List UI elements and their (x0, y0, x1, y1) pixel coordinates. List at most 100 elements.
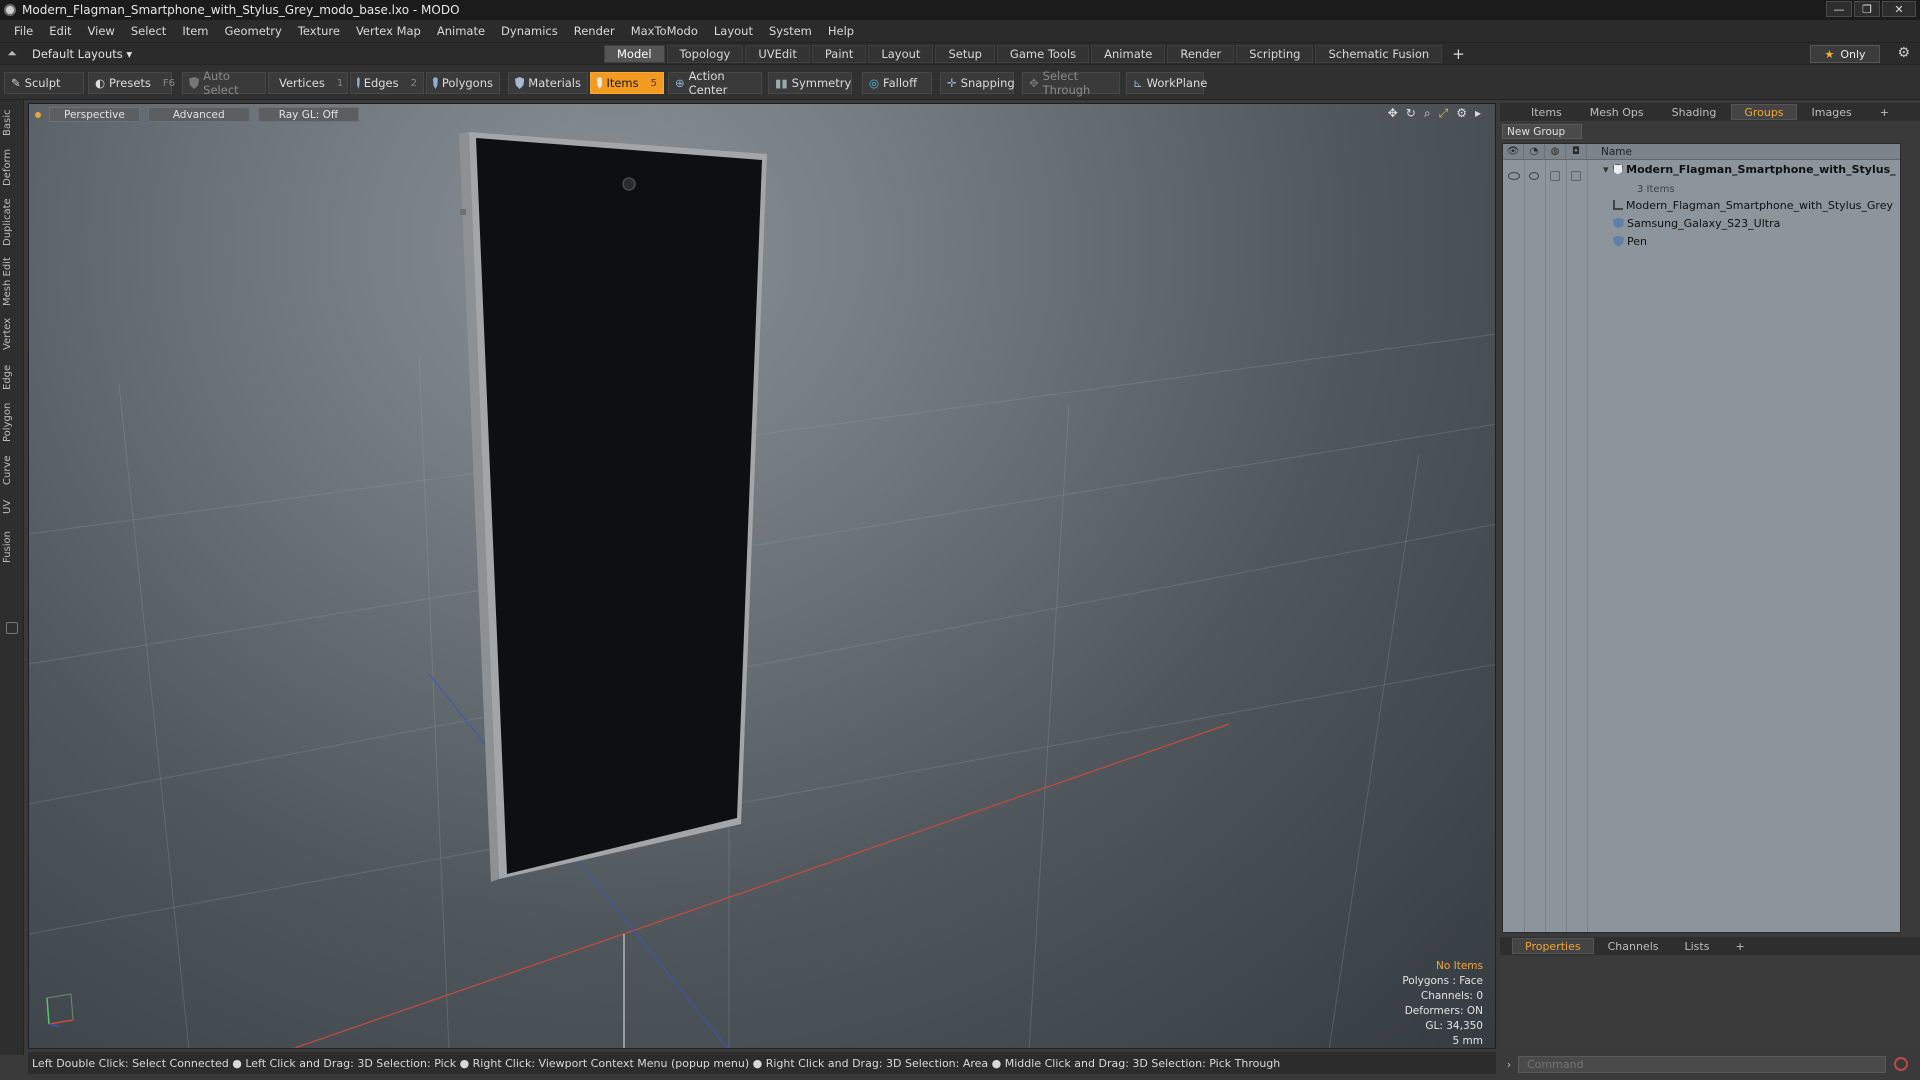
presets-button[interactable]: ◐ Presets F6 (88, 72, 175, 94)
tab-schematic-fusion[interactable]: Schematic Fusion (1315, 45, 1443, 63)
items-button[interactable]: Items 5 (590, 72, 664, 94)
vtab-edge[interactable]: Edge (2, 362, 22, 392)
viewport-expand-icon[interactable]: ▸ (1475, 106, 1481, 121)
menu-render[interactable]: Render (566, 24, 623, 38)
vtab-mesh-edit[interactable]: Mesh Edit (2, 256, 22, 308)
menu-select[interactable]: Select (123, 24, 174, 38)
tab-render[interactable]: Render (1167, 45, 1235, 63)
advanced-button[interactable]: Advanced (147, 107, 250, 122)
rotate-view-icon[interactable]: ↻ (1406, 106, 1416, 121)
visibility-column-icon[interactable]: 👁 (1503, 143, 1524, 160)
item-name: Modern_Flagman_Smartphone_with_Stylus_Gr… (1626, 198, 1893, 212)
tab-paint[interactable]: Paint (811, 45, 867, 63)
only-label: Only (1840, 47, 1866, 61)
add-panel-tab-button[interactable]: + (1867, 104, 1902, 120)
group-row[interactable]: ▾ Modern_Flagman_Smartphone_with_Stylus_… (1503, 160, 1900, 178)
polygons-button[interactable]: Polygons (426, 72, 500, 94)
vtab-curve[interactable]: Curve (2, 452, 22, 488)
lock-column-icon[interactable]: ◍ (1545, 143, 1566, 160)
tab-animate[interactable]: Animate (1091, 45, 1166, 63)
tab-channels[interactable]: Channels (1596, 938, 1671, 954)
stop-icon[interactable] (1894, 1057, 1908, 1071)
tab-layout[interactable]: Layout (868, 45, 934, 63)
name-column-header[interactable]: Name (1587, 146, 1632, 158)
only-button[interactable]: ★ Only (1810, 45, 1880, 63)
perspective-button[interactable]: Perspective (49, 107, 140, 122)
command-input[interactable] (1518, 1055, 1886, 1073)
tab-uvedit[interactable]: UVEdit (745, 45, 810, 63)
symmetry-button[interactable]: ▮▮ Symmetry (768, 72, 852, 94)
vtab-duplicate[interactable]: Duplicate (2, 196, 22, 248)
tab-mesh-ops[interactable]: Mesh Ops (1577, 104, 1657, 120)
auto-select-button[interactable]: Auto Select (182, 69, 266, 97)
vtab-polygon[interactable]: Polygon (2, 400, 22, 444)
select-column-icon[interactable]: ◘ (1566, 143, 1587, 160)
vertices-button[interactable]: Vertices 1 (268, 72, 348, 94)
command-history-icon[interactable]: › (1500, 1058, 1518, 1071)
viewport-menu-dot[interactable] (35, 112, 41, 118)
snapping-button[interactable]: ✛ Snapping (940, 72, 1015, 94)
phone-screen (476, 138, 762, 874)
edges-button[interactable]: Edges 2 (350, 72, 424, 94)
menu-system[interactable]: System (761, 24, 820, 38)
add-properties-tab-button[interactable]: + (1723, 938, 1756, 954)
menu-help[interactable]: Help (820, 24, 862, 38)
tab-shading[interactable]: Shading (1659, 104, 1730, 120)
tab-items[interactable]: Items (1518, 104, 1575, 120)
new-group-button[interactable]: New Group (1502, 124, 1582, 139)
tab-groups[interactable]: Groups (1731, 104, 1797, 120)
menu-file[interactable]: File (6, 24, 41, 38)
sculpt-button[interactable]: ✎ Sculpt (4, 72, 84, 94)
minimize-button[interactable]: — (1826, 1, 1852, 17)
layout-row: ⏶ Default Layouts ▾ Model Topology UVEdi… (0, 42, 1920, 64)
tab-setup[interactable]: Setup (935, 45, 995, 63)
collapse-icon[interactable]: ▾ (1603, 163, 1609, 176)
materials-button[interactable]: Materials (508, 72, 588, 94)
workplane-button[interactable]: ⊾ WorkPlane (1126, 72, 1207, 94)
menu-animate[interactable]: Animate (429, 24, 493, 38)
menu-layout[interactable]: Layout (706, 24, 761, 38)
select-through-button[interactable]: ✥ Select Through (1022, 69, 1120, 97)
tab-scripting[interactable]: Scripting (1236, 45, 1314, 63)
menu-texture[interactable]: Texture (290, 24, 348, 38)
fit-view-icon[interactable]: ⤢ (1439, 106, 1449, 121)
close-button[interactable]: ✕ (1882, 1, 1916, 17)
menu-dynamics[interactable]: Dynamics (493, 24, 566, 38)
panel-toggle-icon[interactable] (6, 622, 18, 634)
menu-geometry[interactable]: Geometry (217, 24, 290, 38)
vtab-deform[interactable]: Deform (2, 146, 22, 188)
tab-topology[interactable]: Topology (666, 45, 744, 63)
menu-view[interactable]: View (80, 24, 123, 38)
layout-up-icon[interactable]: ⏶ (0, 46, 24, 61)
vtab-vertex[interactable]: Vertex (2, 316, 22, 352)
ray-gl-button[interactable]: Ray GL: Off (257, 107, 360, 122)
tab-properties[interactable]: Properties (1512, 938, 1594, 954)
move-view-icon[interactable]: ✥ (1388, 106, 1398, 121)
add-tab-button[interactable]: + (1444, 45, 1473, 63)
zoom-view-icon[interactable]: ⌕ (1424, 106, 1431, 121)
menu-item[interactable]: Item (174, 24, 216, 38)
action-center-button[interactable]: ⊕ Action Center (668, 69, 762, 97)
vtab-uv[interactable]: UV (2, 496, 22, 518)
maximize-button[interactable]: ❐ (1854, 1, 1880, 17)
groups-list-header: 👁 ◔ ◍ ◘ Name (1503, 143, 1900, 160)
menu-vertex-map[interactable]: Vertex Map (348, 24, 429, 38)
default-layouts-dropdown[interactable]: Default Layouts ▾ (32, 47, 132, 61)
select-through-label: Select Through (1042, 69, 1091, 97)
falloff-button[interactable]: ◎ Falloff (862, 72, 932, 94)
menu-edit[interactable]: Edit (41, 24, 79, 38)
tab-images[interactable]: Images (1799, 104, 1865, 120)
vtab-basic[interactable]: Basic (2, 106, 22, 140)
menu-maxtomodo[interactable]: MaxToModo (623, 24, 706, 38)
vtab-fusion[interactable]: Fusion (2, 528, 22, 566)
3d-viewport[interactable]: Perspective Advanced Ray GL: Off ✥ ↻ ⌕ ⤢… (28, 103, 1496, 1049)
list-item[interactable]: Modern_Flagman_Smartphone_with_Stylus_Gr… (1503, 196, 1900, 214)
tab-lists[interactable]: Lists (1673, 938, 1722, 954)
tab-model[interactable]: Model (604, 45, 665, 63)
viewport-settings-icon[interactable]: ⚙ (1456, 106, 1467, 121)
gear-icon[interactable]: ⚙ (1897, 45, 1910, 61)
list-item[interactable]: Samsung_Galaxy_S23_Ultra (1503, 214, 1900, 232)
render-column-icon[interactable]: ◔ (1524, 143, 1545, 160)
tab-game-tools[interactable]: Game Tools (996, 45, 1090, 63)
list-item[interactable]: Pen (1503, 232, 1900, 250)
